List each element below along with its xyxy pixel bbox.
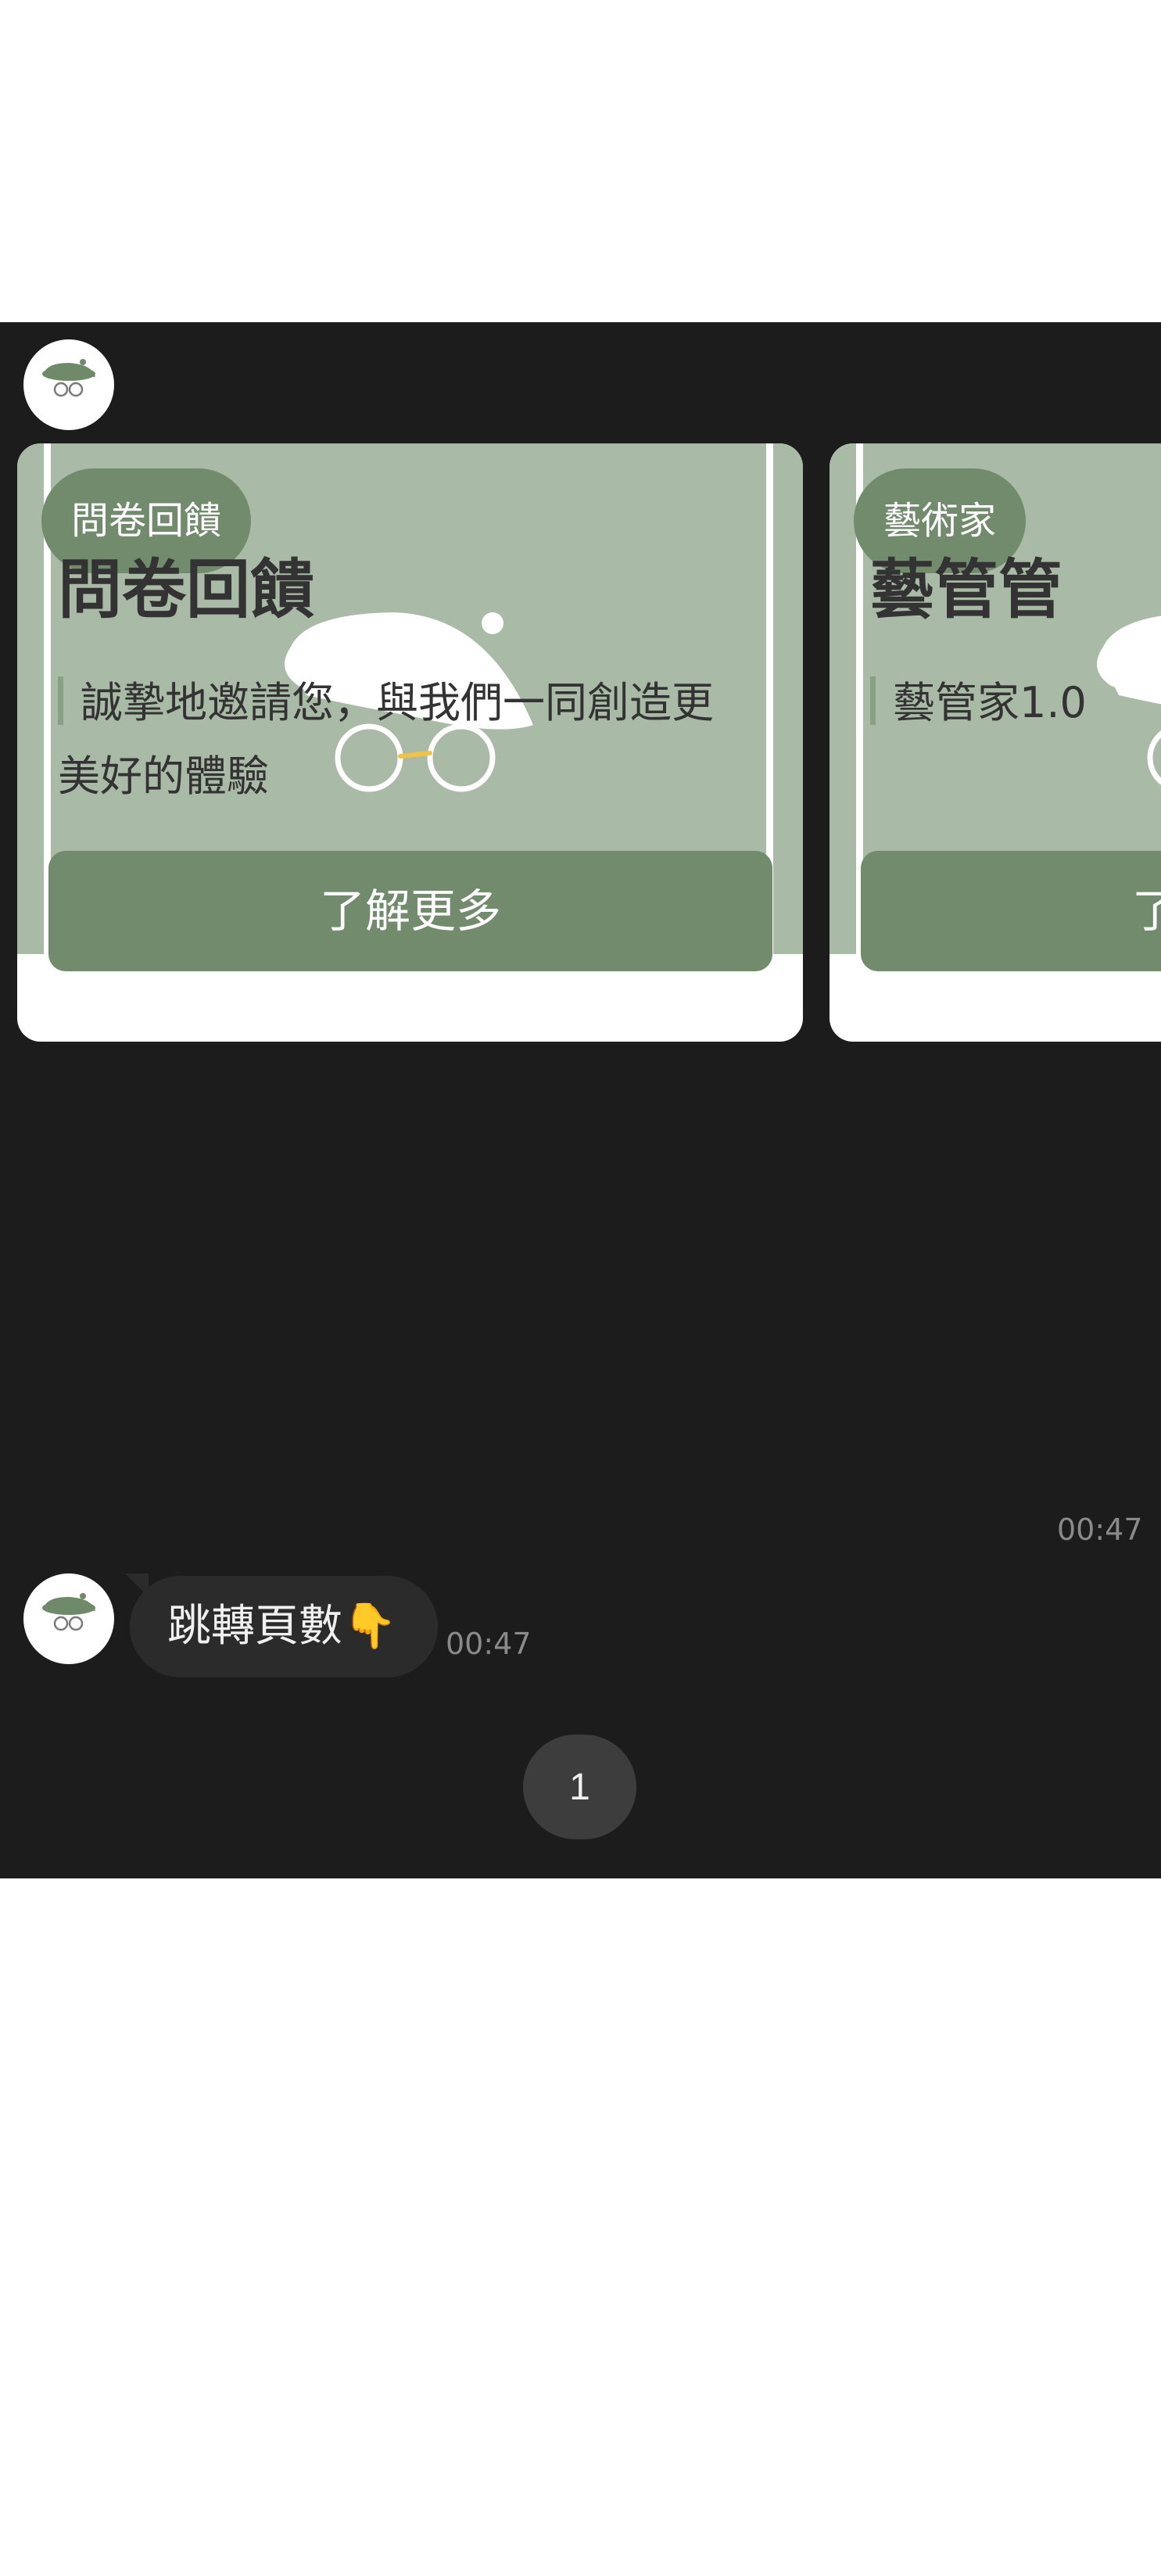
bot-avatar[interactable]	[23, 1573, 114, 1664]
card-description-text: 誠摯地邀請您，與我們一同創造更美好的體驗	[58, 678, 714, 801]
card-body: 問卷回饋 誠摯地邀請您，與我們一同創造更美好的體驗 了解更多	[17, 443, 803, 971]
message-bubble: 跳轉頁數👇	[130, 1576, 438, 1677]
beret-glasses-logo-icon	[42, 359, 95, 397]
card-title: 問卷回饋	[58, 553, 315, 627]
card-description: 誠摯地邀請您，與我們一同創造更美好的體驗	[58, 666, 754, 813]
chat-area: 問卷回饋 問卷回饋 誠摯地邀請您，與我們一同創造更美好的體驗 了解更多 藝術家 …	[0, 322, 1161, 1878]
page: 問卷回饋 問卷回饋 誠摯地邀請您，與我們一同創造更美好的體驗 了解更多 藝術家 …	[0, 0, 1161, 2576]
learn-more-button[interactable]: 了解更多	[48, 851, 772, 971]
card-survey[interactable]: 問卷回饋 問卷回饋 誠摯地邀請您，與我們一同創造更美好的體驗 了解更多	[17, 443, 803, 1042]
page-number-button[interactable]: 1	[523, 1735, 636, 1839]
card-title: 藝管管	[870, 553, 1063, 627]
message-timestamp: 00:47	[1057, 1512, 1143, 1547]
quote-bar	[870, 676, 876, 725]
quote-bar	[58, 676, 63, 725]
card-carousel[interactable]: 問卷回饋 問卷回饋 誠摯地邀請您，與我們一同創造更美好的體驗 了解更多 藝術家 …	[0, 443, 1161, 1046]
card-description: 藝管家1.0	[870, 666, 1161, 740]
beret-glasses-logo-icon	[42, 1593, 95, 1631]
message-timestamp: 00:47	[446, 1627, 532, 1661]
card-artist[interactable]: 藝術家 藝管管 藝管家1.0 了解更多	[830, 443, 1161, 1042]
card-description-text: 藝管家1.0	[893, 678, 1087, 727]
learn-more-button[interactable]: 了解更多	[861, 851, 1161, 971]
bot-avatar[interactable]	[23, 339, 114, 430]
card-body: 藝管管 藝管家1.0 了解更多	[830, 443, 1161, 971]
